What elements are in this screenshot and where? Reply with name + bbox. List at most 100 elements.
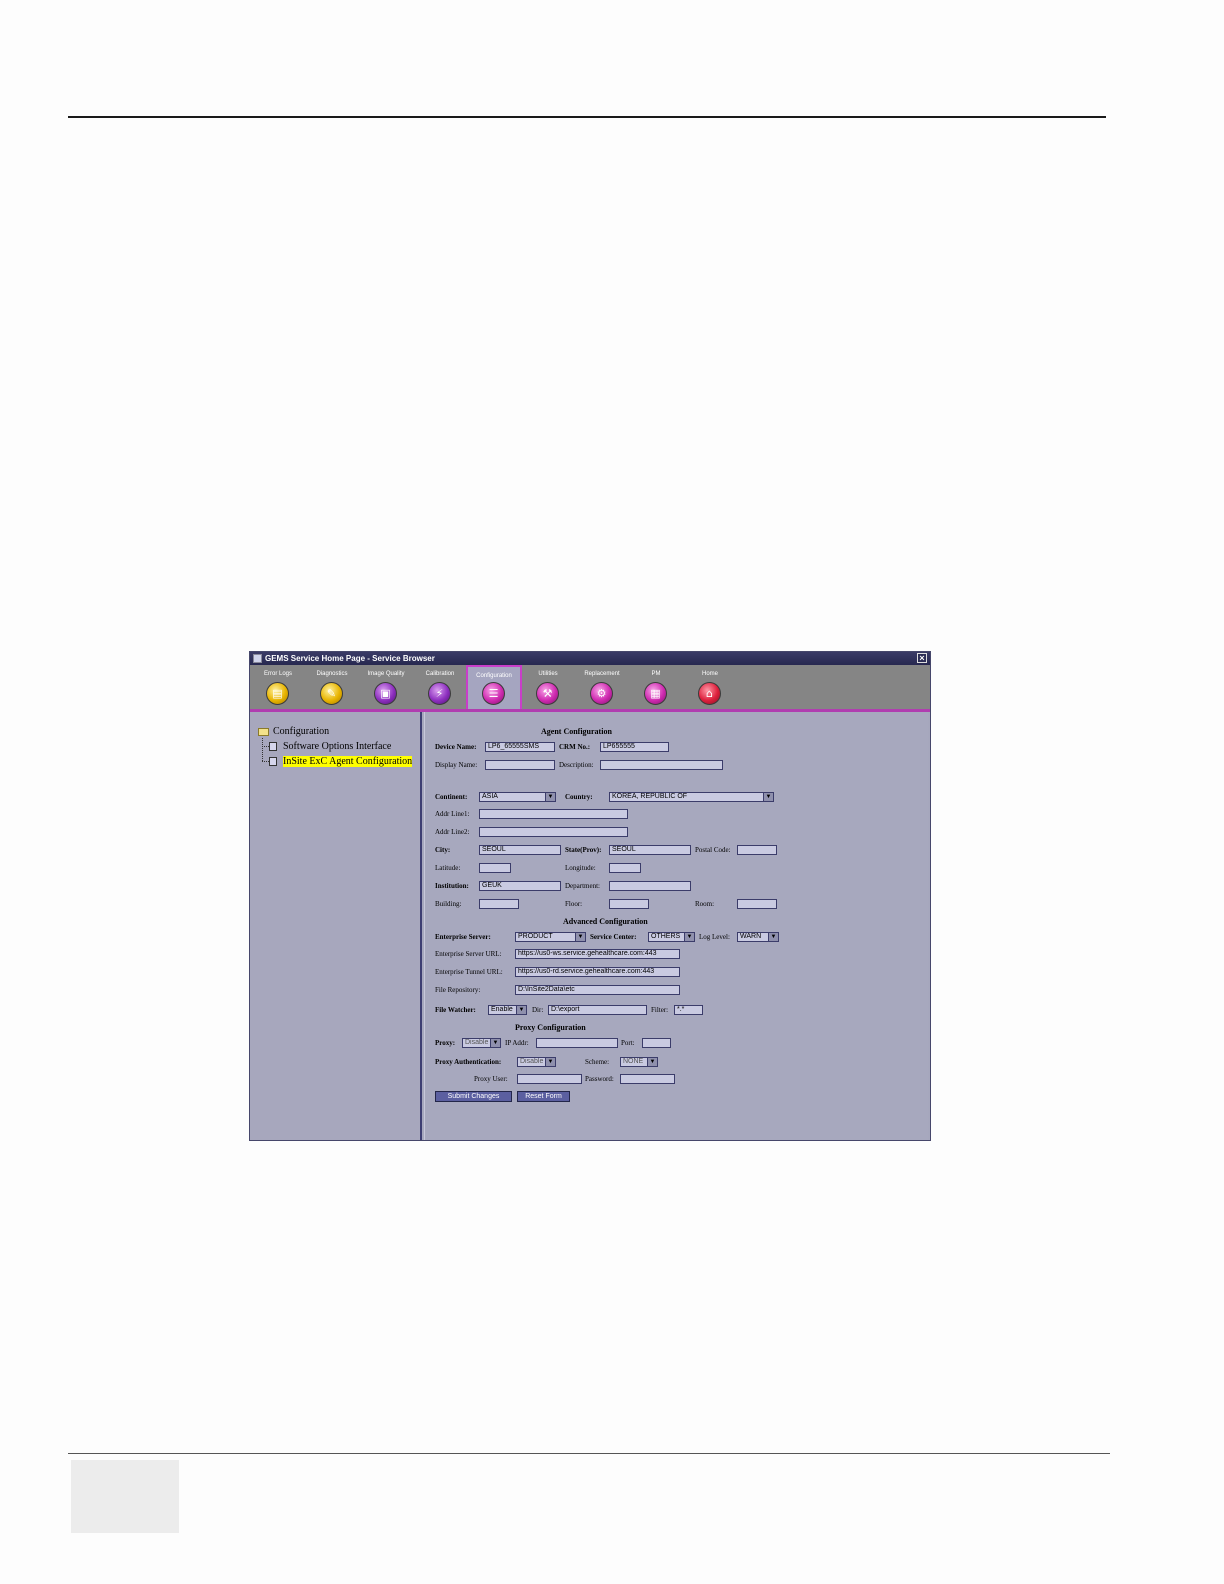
chevron-down-icon[interactable]: ▼ — [768, 933, 778, 941]
institution-field[interactable]: GEUK — [479, 881, 561, 891]
display-name-field[interactable] — [485, 760, 555, 770]
error-logs-icon[interactable]: ▤ — [266, 682, 289, 705]
country-label: Country: — [565, 793, 593, 801]
postal-code-field[interactable] — [737, 845, 777, 855]
chevron-down-icon[interactable]: ▼ — [490, 1039, 500, 1047]
floor-field[interactable] — [609, 899, 649, 909]
tool-configuration[interactable]: Configuration ☰ — [466, 665, 522, 709]
file-watcher-select[interactable]: Enable ▼ — [488, 1005, 527, 1015]
room-field[interactable] — [737, 899, 777, 909]
port-field[interactable] — [642, 1038, 671, 1048]
tool-error-logs[interactable]: Error Logs ▤ — [250, 665, 306, 709]
building-field[interactable] — [479, 899, 519, 909]
enterprise-tunnel-url-field[interactable]: https://us0-rd.service.gehealthcare.com:… — [515, 967, 680, 977]
dir-label: Dir: — [532, 1006, 544, 1014]
enterprise-server-url-field[interactable]: https://us0-ws.service.gehealthcare.com:… — [515, 949, 680, 959]
file-repository-field[interactable]: D:\InSite2Data\etc — [515, 985, 680, 995]
calibration-icon[interactable]: ⚡ — [428, 682, 451, 705]
tree-item-software-options[interactable]: Software Options Interface — [269, 741, 391, 753]
app-icon — [253, 654, 262, 663]
tool-image-quality[interactable]: Image Quality ▣ — [358, 665, 414, 709]
log-level-value: WARN — [740, 933, 762, 940]
chevron-down-icon[interactable]: ▼ — [545, 793, 555, 801]
proxy-user-field[interactable] — [517, 1074, 582, 1084]
diagnostics-icon[interactable]: ✎ — [320, 682, 343, 705]
tool-label: Configuration — [476, 673, 512, 679]
header-rule — [68, 116, 1106, 118]
tool-pm[interactable]: PM ▦ — [628, 665, 684, 709]
image-quality-icon[interactable]: ▣ — [374, 682, 397, 705]
proxy-select[interactable]: Disable ▼ — [462, 1038, 501, 1048]
enterprise-server-select[interactable]: PRODUCT ▼ — [515, 932, 586, 942]
scheme-select[interactable]: NONE ▼ — [620, 1057, 658, 1067]
tool-label: Utilities — [538, 671, 558, 677]
advanced-config-heading: Advanced Configuration — [563, 917, 648, 926]
longitude-label: Longitude: — [565, 864, 596, 872]
proxy-user-label: Proxy User: — [474, 1075, 508, 1083]
password-field[interactable] — [620, 1074, 675, 1084]
addr1-field[interactable] — [479, 809, 628, 819]
crm-field[interactable]: LP655555 — [600, 742, 669, 752]
description-field[interactable] — [600, 760, 723, 770]
tool-label: Image Quality — [367, 671, 405, 677]
state-field[interactable]: SEOUL — [609, 845, 691, 855]
latitude-field[interactable] — [479, 863, 511, 873]
navigation-tree: Configuration Software Options Interface… — [250, 712, 422, 1140]
utilities-icon[interactable]: ⚒ — [536, 682, 559, 705]
department-field[interactable] — [609, 881, 691, 891]
pm-icon[interactable]: ▦ — [644, 682, 667, 705]
tool-calibration[interactable]: Calibration ⚡ — [412, 665, 468, 709]
service-center-value: OTHERS — [651, 933, 681, 940]
country-value: KOREA, REPUBLIC OF — [612, 793, 688, 800]
submit-changes-button[interactable]: Submit Changes — [435, 1091, 512, 1102]
tool-utilities[interactable]: Utilities ⚒ — [520, 665, 576, 709]
ip-address-field[interactable] — [536, 1038, 618, 1048]
longitude-field[interactable] — [609, 863, 641, 873]
close-icon[interactable]: × — [917, 653, 927, 663]
dir-field[interactable]: D:\export — [548, 1005, 647, 1015]
device-name-field[interactable]: LP6_65555SMS — [485, 742, 555, 752]
window-title: GEMS Service Home Page - Service Browser — [265, 654, 435, 663]
floor-label: Floor: — [565, 900, 583, 908]
filter-field[interactable]: *.* — [674, 1005, 703, 1015]
continent-value: ASIA — [482, 793, 498, 800]
tree-item-insite-agent-config[interactable]: InSite ExC Agent Configuration — [269, 756, 413, 768]
addr2-field[interactable] — [479, 827, 628, 837]
log-level-select[interactable]: WARN ▼ — [737, 932, 779, 942]
continent-select[interactable]: ASIA ▼ — [479, 792, 556, 802]
chevron-down-icon[interactable]: ▼ — [545, 1058, 555, 1066]
city-field[interactable]: SEOUL — [479, 845, 561, 855]
proxy-auth-select[interactable]: Disable ▼ — [517, 1057, 556, 1067]
chevron-down-icon[interactable]: ▼ — [516, 1006, 526, 1014]
chevron-down-icon[interactable]: ▼ — [575, 933, 585, 941]
chevron-down-icon[interactable]: ▼ — [647, 1058, 657, 1066]
tree-root-configuration[interactable]: Configuration — [258, 726, 329, 738]
tree-connector — [262, 738, 264, 761]
service-center-select[interactable]: OTHERS ▼ — [648, 932, 695, 942]
addr2-label: Addr Line2: — [435, 828, 470, 836]
footer-rule — [68, 1453, 1110, 1454]
replacement-icon[interactable]: ⚙ — [590, 682, 613, 705]
tree-connector — [262, 761, 269, 763]
chevron-down-icon[interactable]: ▼ — [763, 793, 773, 801]
country-select[interactable]: KOREA, REPUBLIC OF ▼ — [609, 792, 774, 802]
tool-diagnostics[interactable]: Diagnostics ✎ — [304, 665, 360, 709]
addr1-label: Addr Line1: — [435, 810, 470, 818]
file-repository-label: File Repository: — [435, 986, 481, 994]
proxy-auth-label: Proxy Authentication: — [435, 1058, 502, 1066]
page-corner-box — [71, 1460, 179, 1533]
enterprise-server-value: PRODUCT — [518, 933, 553, 940]
scheme-label: Scheme: — [585, 1058, 610, 1066]
tool-home[interactable]: Home ⌂ — [682, 665, 738, 709]
tree-root-label: Configuration — [273, 726, 330, 737]
tool-replacement[interactable]: Replacement ⚙ — [574, 665, 630, 709]
chevron-down-icon[interactable]: ▼ — [684, 933, 694, 941]
tool-label: Diagnostics — [316, 671, 348, 677]
institution-label: Institution: — [435, 882, 469, 890]
department-label: Department: — [565, 882, 600, 890]
agent-configuration-form: Agent Configuration Device Name: LP6_655… — [424, 712, 928, 1140]
reset-form-button[interactable]: Reset Form — [517, 1091, 570, 1102]
home-icon[interactable]: ⌂ — [698, 682, 721, 705]
scheme-value: NONE — [623, 1058, 644, 1065]
configuration-icon[interactable]: ☰ — [482, 682, 505, 705]
